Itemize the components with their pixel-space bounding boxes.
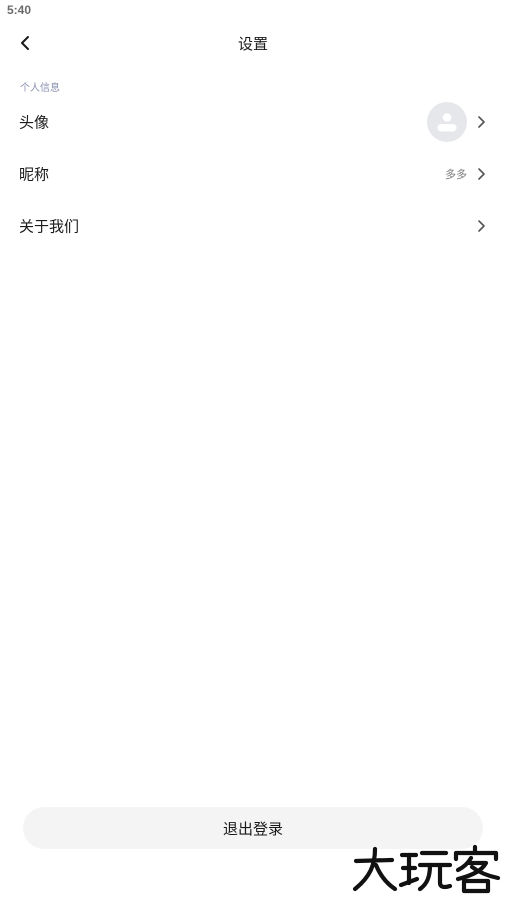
settings-row-about-us[interactable]: 关于我们 — [0, 200, 506, 252]
status-time: 5:40 — [7, 3, 32, 17]
row-label-about-us: 关于我们 — [19, 217, 80, 236]
chevron-right-icon — [478, 168, 485, 180]
page-title: 设置 — [237, 35, 268, 53]
settings-row-nickname[interactable]: 昵称 多多 — [0, 148, 506, 200]
chevron-right-icon — [478, 220, 485, 232]
user-icon — [437, 113, 457, 132]
chevron-right-icon — [478, 116, 485, 128]
row-label-avatar: 头像 — [19, 113, 50, 132]
status-bar: 5:40 — [0, 0, 506, 22]
watermark-logo — [352, 844, 501, 894]
section-label-personal-info: 个人信息 — [20, 83, 60, 94]
row-label-nickname: 昵称 — [19, 165, 50, 184]
avatar[interactable] — [427, 102, 467, 142]
nav-bar: 设置 — [0, 22, 506, 64]
settings-row-avatar[interactable]: 头像 — [0, 96, 506, 148]
nickname-value: 多多 — [445, 168, 467, 181]
